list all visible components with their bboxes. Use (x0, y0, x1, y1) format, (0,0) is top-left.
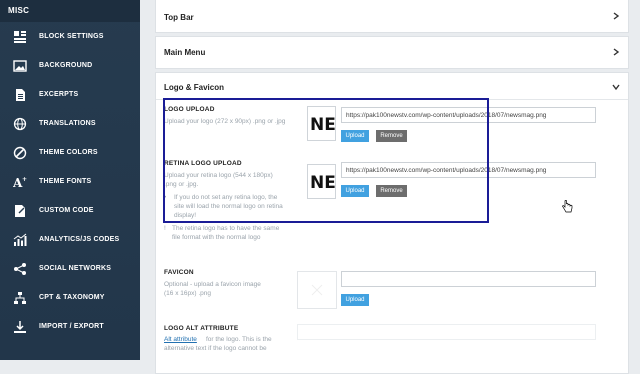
chevron-down-icon[interactable] (612, 83, 620, 91)
layout-icon (13, 30, 27, 44)
document-icon (13, 88, 27, 102)
favicon-desc-line2: (16 x 16px) .png (164, 290, 211, 297)
logo-alt-field[interactable] (297, 324, 596, 340)
sidebar-item-analytics[interactable]: ANALYTICS/JS CODES (0, 225, 140, 254)
highlight-box (163, 98, 489, 223)
logo-alt-label: LOGO ALT ATTRIBUTE (164, 325, 239, 332)
favicon-url-field[interactable] (341, 271, 596, 287)
favicon-upload-button[interactable]: Upload (341, 294, 369, 306)
sidebar-item-custom-code[interactable]: CUSTOM CODE (0, 196, 140, 225)
logo-alt-desc-line1: for the logo. This is the (206, 336, 272, 343)
favicon-label: FAVICON (164, 269, 194, 276)
sidebar: MISC BLOCK SETTINGS BACKGROUND EXCERPTS … (0, 0, 140, 360)
retina-note-line5: file format with the normal logo (172, 234, 261, 241)
sidebar-item-label: BLOCK SETTINGS (39, 33, 104, 40)
sidebar-item-label: THEME COLORS (39, 149, 98, 156)
sidebar-item-label: BACKGROUND (39, 62, 93, 69)
panel-title: Main Menu (164, 48, 206, 57)
font-icon: A + (13, 175, 27, 189)
panel-top-bar[interactable]: Top Bar (155, 0, 629, 33)
logo-alt-desc-line2: alternative text if the logo cannot be (164, 345, 267, 352)
sidebar-item-theme-fonts[interactable]: A + THEME FONTS (0, 167, 140, 196)
sidebar-item-social-networks[interactable]: SOCIAL NETWORKS (0, 254, 140, 283)
hand-cursor-icon (562, 200, 573, 213)
chart-icon (13, 233, 27, 247)
sidebar-item-cpt-taxonomy[interactable]: CPT & TAXONOMY (0, 283, 140, 312)
panel-main-menu[interactable]: Main Menu (155, 36, 629, 69)
sidebar-item-label: CUSTOM CODE (39, 207, 94, 214)
image-icon (13, 59, 27, 73)
sidebar-item-label: SOCIAL NETWORKS (39, 265, 112, 272)
sidebar-item-import-export[interactable]: IMPORT / EXPORT (0, 312, 140, 341)
sidebar-item-label: ANALYTICS/JS CODES (39, 236, 120, 243)
alt-attribute-link[interactable]: Alt attribute (164, 335, 197, 344)
image-placeholder-icon (311, 284, 323, 296)
retina-note-line4: The retina logo has to have the same (172, 225, 280, 232)
sidebar-item-translations[interactable]: TRANSLATIONS (0, 109, 140, 138)
sidebar-item-label: TRANSLATIONS (39, 120, 96, 127)
chevron-right-icon (613, 12, 620, 20)
globe-icon (13, 117, 27, 131)
sidebar-item-block-settings[interactable]: BLOCK SETTINGS (0, 22, 140, 51)
palette-icon (13, 146, 27, 160)
panel-title: Top Bar (164, 13, 194, 22)
sidebar-item-label: IMPORT / EXPORT (39, 323, 104, 330)
import-icon (13, 320, 27, 334)
retina-warning-icon: ! (164, 225, 166, 232)
svg-text:+: + (22, 176, 27, 183)
sidebar-item-label: CPT & TAXONOMY (39, 294, 105, 301)
tree-icon (13, 291, 27, 305)
panel-title: Logo & Favicon (164, 83, 224, 92)
chevron-right-icon (613, 48, 620, 56)
sidebar-item-background[interactable]: BACKGROUND (0, 51, 140, 80)
share-icon (13, 262, 27, 276)
favicon-preview (297, 271, 337, 309)
sidebar-item-theme-colors[interactable]: THEME COLORS (0, 138, 140, 167)
favicon-desc-line1: Optional - upload a favicon image (164, 281, 261, 288)
sidebar-heading: MISC (0, 0, 140, 22)
sidebar-item-label: THEME FONTS (39, 178, 92, 185)
sidebar-item-label: EXCERPTS (39, 91, 79, 98)
sidebar-item-excerpts[interactable]: EXCERPTS (0, 80, 140, 109)
code-icon (13, 204, 27, 218)
